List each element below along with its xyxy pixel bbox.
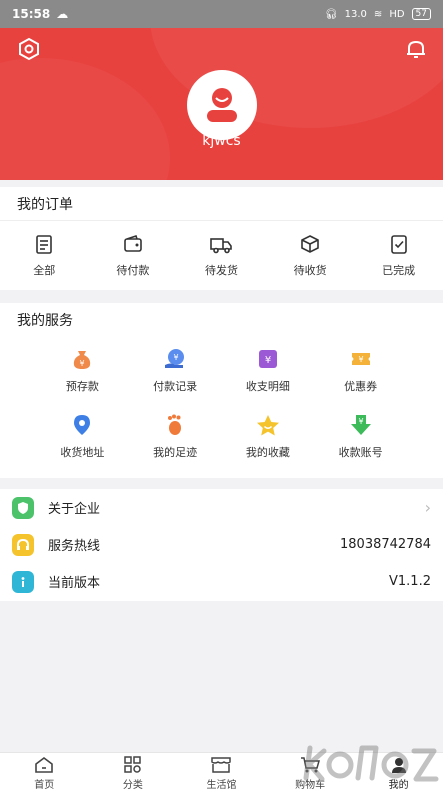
download-yen-icon: ¥: [350, 414, 371, 435]
service-favorites[interactable]: 我的收藏: [222, 403, 315, 469]
order-completed[interactable]: 已完成: [354, 233, 443, 278]
status-bar: 15:58 ☁ 🎧︎ 13.0 ≋ HD 57: [0, 0, 443, 28]
service-ledger[interactable]: ¥ 收支明细: [222, 337, 315, 403]
service-hotline-label: 服务热线: [48, 539, 101, 554]
service-coupon-label: 优惠券: [344, 379, 378, 393]
profile-icon: [391, 757, 406, 773]
footprint-icon: [168, 414, 182, 435]
username: kjwcs: [202, 133, 241, 149]
service-deposit[interactable]: ¥ 预存款: [36, 337, 129, 403]
headphone-icon: 🎧︎: [324, 8, 338, 20]
bottom-tab-bar: 首页 分类 生活馆 购物车 我的: [0, 752, 443, 793]
payment-record-icon: ¥: [165, 348, 185, 368]
user-avatar-icon: [207, 88, 237, 122]
check-clipboard-icon: [390, 235, 407, 254]
location-pin-icon: [74, 414, 91, 435]
tab-lifestyle-label: 生活馆: [206, 779, 237, 791]
order-pending-receipt-label: 待收货: [293, 264, 327, 277]
services-title: 我的服务: [17, 313, 73, 329]
service-payment-record[interactable]: ¥ 付款记录: [129, 337, 222, 403]
service-footprint[interactable]: 我的足迹: [129, 403, 222, 469]
tab-category[interactable]: 分类: [89, 753, 178, 793]
service-favorites-label: 我的收藏: [245, 445, 290, 459]
clipboard-icon: [36, 235, 53, 254]
order-all[interactable]: 全部: [0, 233, 89, 278]
order-completed-label: 已完成: [382, 264, 416, 277]
svg-text:¥: ¥: [358, 355, 363, 364]
order-pending-receipt[interactable]: 待收货: [266, 233, 355, 278]
chat-notification-icon: ☁: [56, 7, 69, 21]
tab-cart[interactable]: 购物车: [266, 753, 355, 793]
order-pending-payment-label: 待付款: [116, 264, 150, 277]
profile-header: kjwcs: [0, 28, 443, 180]
info-list: 关于企业 › 服务热线 18038742784 当前版本 V1.1.2: [0, 489, 443, 601]
service-footprint-label: 我的足迹: [153, 445, 198, 459]
service-payment-record-label: 付款记录: [153, 379, 198, 393]
shop-icon: [211, 756, 232, 773]
avatar[interactable]: [187, 70, 257, 140]
tab-home[interactable]: 首页: [0, 753, 89, 793]
tab-profile-label: 我的: [388, 779, 409, 791]
current-version-label: 当前版本: [48, 576, 101, 591]
bell-icon[interactable]: [403, 36, 429, 62]
current-version-value: V1.1.2: [389, 574, 431, 589]
order-pending-shipment[interactable]: 待发货: [177, 233, 266, 278]
home-icon: [35, 756, 54, 773]
services-card: 我的服务 ¥ 预存款 ¥ 付款记录 ¥ 收支明细 ¥ 优惠券 收货地址 我的足迹…: [0, 303, 443, 478]
service-address[interactable]: 收货地址: [36, 403, 129, 469]
about-company-row[interactable]: 关于企业 ›: [0, 489, 443, 526]
status-icons: 🎧︎ 13.0 ≋ HD 57: [325, 8, 431, 20]
settings-icon[interactable]: [16, 36, 42, 62]
wallet-icon: [124, 234, 142, 252]
tab-home-label: 首页: [34, 779, 55, 791]
battery-indicator: 57: [411, 8, 431, 20]
service-receiving-account[interactable]: ¥ 收款账号: [314, 403, 407, 469]
tab-category-label: 分类: [122, 779, 143, 791]
category-icon: [124, 755, 141, 773]
chevron-right-icon: ›: [424, 498, 431, 517]
orders-title: 我的订单: [0, 187, 443, 221]
service-coupon[interactable]: ¥ 优惠券: [314, 337, 407, 403]
service-deposit-label: 预存款: [65, 379, 99, 393]
cart-icon: [301, 756, 321, 772]
tab-profile[interactable]: 我的: [354, 753, 443, 793]
svg-text:¥: ¥: [358, 417, 363, 426]
money-bag-icon: ¥: [74, 350, 91, 369]
truck-icon: [210, 238, 233, 254]
headset-icon: [12, 533, 34, 556]
about-company-label: 关于企业: [48, 502, 101, 517]
svg-text:¥: ¥: [80, 359, 85, 368]
tab-cart-label: 购物车: [295, 779, 326, 791]
svg-text:¥: ¥: [265, 355, 271, 366]
package-icon: [301, 235, 319, 253]
info-icon: [12, 570, 34, 593]
service-hotline-row[interactable]: 服务热线 18038742784: [0, 526, 443, 563]
service-address-label: 收货地址: [60, 445, 105, 459]
ledger-icon: ¥: [258, 349, 277, 368]
service-hotline-value: 18038742784: [340, 537, 431, 552]
tab-lifestyle[interactable]: 生活馆: [177, 753, 266, 793]
status-time: 15:58: [12, 7, 51, 21]
orders-card: 我的订单 全部 待付款 待发货 待收货 已完成: [0, 187, 443, 290]
current-version-row[interactable]: 当前版本 V1.1.2: [0, 563, 443, 600]
shield-icon: [12, 496, 34, 519]
coupon-icon: ¥: [351, 352, 370, 365]
service-ledger-label: 收支明细: [245, 379, 290, 393]
network-label: HD: [389, 8, 405, 20]
order-all-label: 全部: [33, 264, 56, 277]
order-pending-payment[interactable]: 待付款: [89, 233, 178, 278]
service-receiving-account-label: 收款账号: [338, 445, 383, 459]
star-icon: [256, 414, 279, 435]
speed-readout: 13.0: [344, 8, 367, 20]
order-pending-shipment-label: 待发货: [204, 264, 238, 277]
svg-text:¥: ¥: [174, 353, 179, 362]
wifi-icon: ≋: [373, 8, 383, 20]
